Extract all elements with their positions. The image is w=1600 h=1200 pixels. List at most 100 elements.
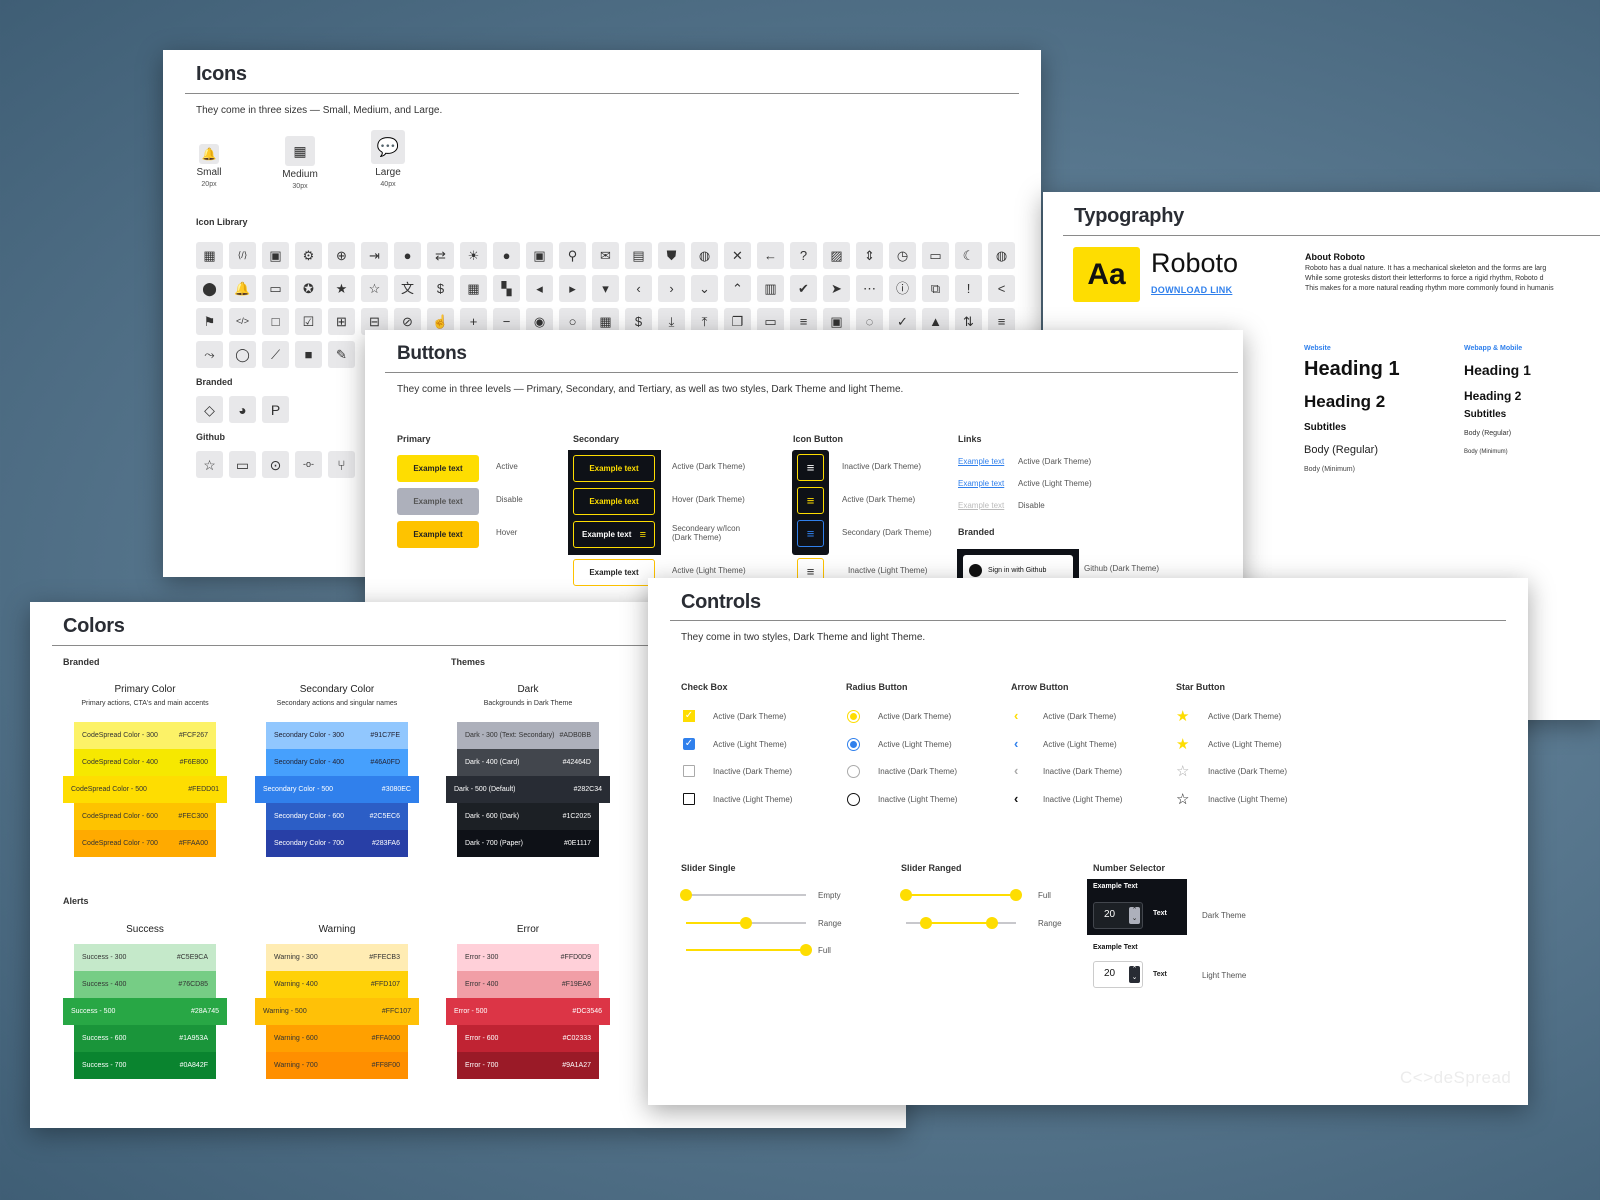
filter-icon-button[interactable]: ≡: [797, 487, 824, 514]
arrow-left-icon[interactable]: ‹: [1014, 791, 1018, 806]
folder-icon[interactable]: ▭: [922, 242, 949, 269]
brightness-icon[interactable]: ☀: [460, 242, 487, 269]
bell-icon[interactable]: 🔔: [229, 275, 256, 302]
primary-button[interactable]: Example text: [397, 521, 479, 548]
github-icon[interactable]: ◕: [229, 396, 256, 423]
close-icon[interactable]: ✕: [724, 242, 751, 269]
chat-icon[interactable]: ●: [493, 242, 520, 269]
plus-box-icon[interactable]: ⊞: [328, 308, 355, 335]
arrow-left-icon[interactable]: ‹: [1014, 708, 1018, 723]
dashboard-icon[interactable]: ▦: [196, 242, 223, 269]
clock-icon[interactable]: ◷: [889, 242, 916, 269]
hierarchy-icon[interactable]: ▚: [493, 275, 520, 302]
share-icon[interactable]: <: [988, 275, 1015, 302]
check-circle-icon[interactable]: ✔: [790, 275, 817, 302]
slider-thumb[interactable]: [800, 944, 812, 956]
filter-icon-button[interactable]: ≡: [797, 520, 824, 547]
star-outline-icon[interactable]: ☆: [196, 451, 223, 478]
slider-thumb[interactable]: [1010, 889, 1022, 901]
slider-thumb[interactable]: [985, 916, 998, 929]
more-horizontal-icon[interactable]: ⋯: [856, 275, 883, 302]
laptop-icon[interactable]: ▭: [262, 275, 289, 302]
analytics-search-icon[interactable]: ⤳: [196, 341, 223, 368]
primary-button[interactable]: Example text: [397, 488, 479, 515]
location-pin-icon[interactable]: ⬤: [196, 275, 223, 302]
open-external-icon[interactable]: ⧉: [922, 275, 949, 302]
example-link[interactable]: Example text: [958, 479, 1004, 488]
slider-thumb[interactable]: [919, 916, 932, 929]
arrow-left-icon[interactable]: ‹: [1014, 763, 1018, 778]
info-icon[interactable]: ⓘ: [889, 275, 916, 302]
chevron-left-icon[interactable]: ‹: [625, 275, 652, 302]
flag-icon[interactable]: ⚑: [196, 308, 223, 335]
radio-selected[interactable]: [847, 737, 860, 751]
shield-check-icon[interactable]: ⛊: [658, 242, 685, 269]
line-chart-icon[interactable]: ⟋: [262, 341, 289, 368]
secondary-button[interactable]: Example text: [573, 559, 655, 586]
delete-icon[interactable]: ▥: [757, 275, 784, 302]
star-filled-icon[interactable]: ★: [328, 275, 355, 302]
repo-icon[interactable]: ▭: [229, 451, 256, 478]
star-filled-icon[interactable]: ★: [1176, 735, 1189, 753]
checkbox-checked-icon[interactable]: ☑: [295, 308, 322, 335]
contact-card-icon[interactable]: ▣: [262, 242, 289, 269]
secondary-button[interactable]: Example text: [573, 455, 655, 482]
translate-icon[interactable]: 文: [394, 275, 421, 302]
primary-button[interactable]: Example text: [397, 455, 479, 482]
issue-icon[interactable]: ⊙: [262, 451, 289, 478]
caret-down-icon[interactable]: ▾: [592, 275, 619, 302]
star-outline-icon[interactable]: ☆: [1176, 790, 1189, 808]
loading-ring-icon[interactable]: ◯: [229, 341, 256, 368]
search-icon[interactable]: ⚲: [559, 242, 586, 269]
lifebuoy-icon[interactable]: ⊕: [328, 242, 355, 269]
single-slider[interactable]: [686, 916, 806, 929]
star-outline-icon[interactable]: ☆: [361, 275, 388, 302]
checkbox-unchecked[interactable]: [683, 765, 695, 777]
moon-icon[interactable]: ☾: [955, 242, 982, 269]
star-outline-icon[interactable]: ☆: [1176, 762, 1189, 780]
event-icon[interactable]: ▦: [460, 275, 487, 302]
checkbox-unchecked[interactable]: [683, 792, 695, 805]
stepper-arrows-icon[interactable]: ⌃ ⌄: [1129, 907, 1140, 924]
single-slider[interactable]: [680, 889, 806, 901]
checkbox-checked-dark[interactable]: ✓: [683, 710, 695, 722]
account-icon[interactable]: ●: [394, 242, 421, 269]
badge-icon[interactable]: ▣: [526, 242, 553, 269]
radio-selected[interactable]: [847, 710, 860, 723]
number-input-dark[interactable]: 20 ⌃ ⌄: [1093, 902, 1143, 929]
logout-icon[interactable]: ⇥: [361, 242, 388, 269]
swap-icon[interactable]: ⇄: [427, 242, 454, 269]
code-icon[interactable]: </>: [229, 308, 256, 335]
help-icon[interactable]: ?: [790, 242, 817, 269]
alert-circle-icon[interactable]: !: [955, 275, 982, 302]
invoice-icon[interactable]: ▤: [625, 242, 652, 269]
single-slider[interactable]: [686, 944, 812, 956]
example-link[interactable]: Example text: [958, 457, 1004, 466]
ranged-slider[interactable]: [900, 889, 1022, 901]
ranged-slider[interactable]: [906, 916, 1016, 929]
verified-icon[interactable]: ✪: [295, 275, 322, 302]
dollar-circle-icon[interactable]: $: [427, 275, 454, 302]
chevron-down-icon[interactable]: ⌄: [691, 275, 718, 302]
filter-icon-button[interactable]: ≡: [797, 454, 824, 481]
slider-thumb[interactable]: [900, 889, 912, 901]
checkbox-checked-light[interactable]: ✓: [683, 737, 695, 750]
stepper-arrows-icon[interactable]: ⌃ ⌄: [1129, 966, 1140, 983]
slider-thumb[interactable]: [740, 916, 752, 929]
caret-left-icon[interactable]: ◂: [526, 275, 553, 302]
paypal-icon[interactable]: P: [262, 396, 289, 423]
caret-right-icon[interactable]: ▸: [559, 275, 586, 302]
gear-icon[interactable]: ⚙: [295, 242, 322, 269]
radio-unselected[interactable]: [847, 765, 860, 778]
download-link[interactable]: DOWNLOAD LINK: [1151, 285, 1232, 295]
checkbox-empty-icon[interactable]: □: [262, 308, 289, 335]
mail-icon[interactable]: ✉: [592, 242, 619, 269]
money-bag-icon[interactable]: ◍: [691, 242, 718, 269]
unfold-icon[interactable]: ⇕: [856, 242, 883, 269]
chevron-right-icon[interactable]: ›: [658, 275, 685, 302]
video-icon[interactable]: ■: [295, 341, 322, 368]
radio-unselected[interactable]: [847, 792, 860, 806]
codespread-logo-icon[interactable]: ◇: [196, 396, 223, 423]
branch-icon[interactable]: ⑂: [328, 451, 355, 478]
example-link[interactable]: Example text: [958, 501, 1004, 510]
